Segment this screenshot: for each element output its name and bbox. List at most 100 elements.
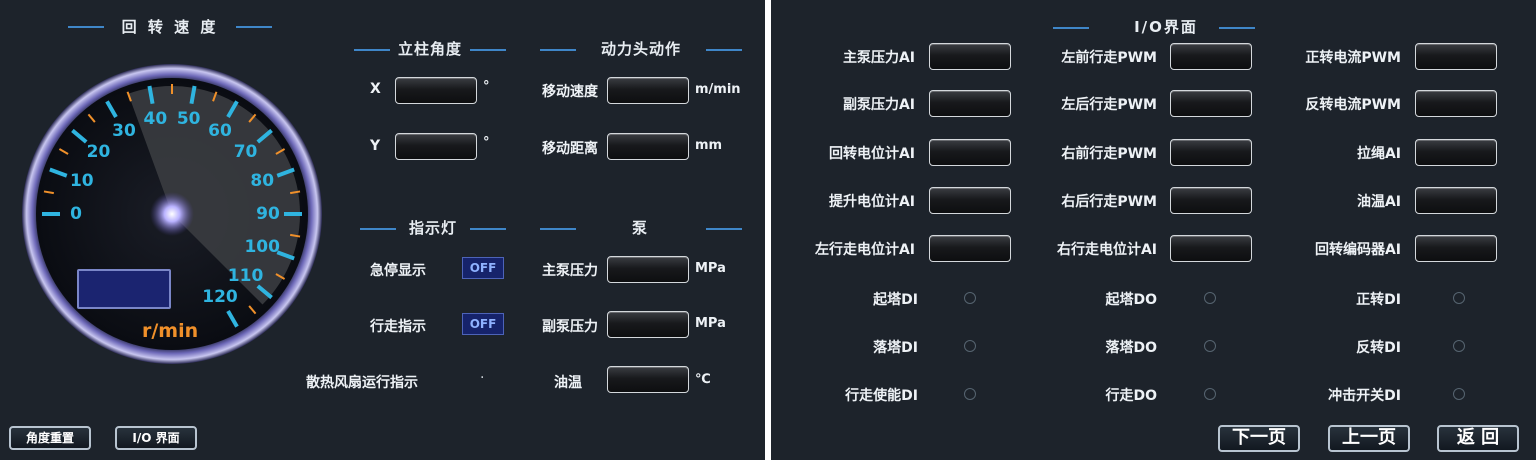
- io-analog-value-field: [1415, 43, 1497, 70]
- io-analog-label: 拉绳AI: [1356, 146, 1401, 162]
- io-analog-value-field: [1415, 187, 1497, 214]
- main-pump-unit: MPa: [695, 261, 726, 276]
- gauge-scale-label: 60: [208, 120, 232, 141]
- gauge-scale-label: 20: [86, 142, 111, 163]
- io-analog-value-field: [929, 235, 1011, 262]
- gauge-scale-label: 80: [250, 171, 275, 192]
- move-distance-unit: mm: [695, 138, 723, 153]
- travel-indicator: OFF: [462, 313, 504, 335]
- io-status-led-icon: [964, 340, 976, 352]
- io-analog-label: 反转电流PWM: [1305, 97, 1401, 113]
- io-analog-value-field: [1170, 235, 1252, 262]
- io-analog-value-field: [929, 187, 1011, 214]
- title-line-right: [1219, 27, 1255, 29]
- move-distance-label: 移动距离: [542, 141, 598, 157]
- angle-x-field: [395, 77, 477, 104]
- io-analog-value-field: [1170, 43, 1252, 70]
- gauge-scale-label: 10: [69, 171, 94, 192]
- next-page-button[interactable]: 下一页: [1218, 425, 1300, 452]
- gauge-digital-display: [77, 269, 171, 309]
- title-line-right: [706, 228, 742, 230]
- gauge-scale-label: 120: [202, 287, 238, 308]
- io-digital-label: 冲击开关DI: [1328, 388, 1401, 404]
- io-analog-value-field: [1415, 235, 1497, 262]
- io-digital-label: 行走使能DI: [845, 388, 918, 404]
- io-analog-label: 右后行走PWM: [1061, 194, 1157, 210]
- title-line-right: [706, 49, 742, 51]
- title-line-left: [354, 49, 390, 51]
- gauge-unit: r/min: [142, 320, 199, 342]
- aux-pump-unit: MPa: [695, 316, 726, 331]
- gauge-scale-label: 70: [233, 142, 258, 163]
- angle-y-label: Y: [370, 138, 381, 154]
- io-panel: I/O界面 主泵压力AI 副泵压力AI 回转电位计AI 提升电位计AI 左行走电位计AI…: [771, 0, 1536, 460]
- angle-y-unit: °: [483, 135, 490, 150]
- io-status-led-icon: [964, 388, 976, 400]
- gauge-scale-label: 110: [227, 265, 264, 286]
- io-digital-label: 行走DO: [1105, 388, 1157, 404]
- title-line-right: [236, 26, 272, 28]
- column-angle-title: 立柱角度: [397, 40, 462, 58]
- gauge-scale-label: 50: [176, 109, 201, 130]
- oil-temp-unit: ℃: [695, 372, 711, 387]
- gauge-scale-label: 100: [244, 236, 280, 257]
- back-button[interactable]: 返 回: [1437, 425, 1519, 452]
- io-digital-label: 起塔DO: [1105, 292, 1157, 308]
- io-analog-label: 回转电位计AI: [828, 146, 915, 162]
- io-analog-label: 主泵压力AI: [842, 50, 915, 66]
- io-status-led-icon: [1204, 340, 1216, 352]
- title-line-left: [68, 26, 104, 28]
- aux-pump-field: [607, 311, 689, 338]
- gauge-scale-label: 40: [143, 109, 168, 130]
- gauge-title: 回 转 速 度: [121, 18, 219, 36]
- move-speed-field: [607, 77, 689, 104]
- title-line-left: [360, 228, 396, 230]
- prev-page-button[interactable]: 上一页: [1328, 425, 1410, 452]
- fan-label: 散热风扇运行指示: [306, 375, 418, 391]
- gauge-scale-label: 0: [70, 204, 82, 224]
- io-status-led-icon: [1204, 292, 1216, 304]
- io-digital-label: 起塔DI: [873, 292, 918, 308]
- io-analog-value-field: [1170, 139, 1252, 166]
- fan-indicator: ·: [480, 370, 485, 386]
- power-head-title: 动力头动作: [600, 40, 681, 58]
- io-status-led-icon: [1204, 388, 1216, 400]
- io-analog-label: 回转编码器AI: [1314, 242, 1401, 258]
- io-screen-button[interactable]: I/O 界面: [115, 426, 197, 450]
- io-analog-value-field: [1415, 139, 1497, 166]
- speed-panel: 回 转 速 度 0 10 20 30 40 50 60 70 80 90 100…: [0, 0, 765, 460]
- pump-title: 泵: [631, 219, 650, 237]
- io-digital-label: 落塔DO: [1105, 340, 1157, 356]
- angle-reset-button[interactable]: 角度重置: [9, 426, 91, 450]
- io-analog-label: 左前行走PWM: [1061, 50, 1157, 66]
- title-line-left: [1053, 27, 1089, 29]
- title-line-right: [470, 228, 506, 230]
- io-analog-label: 油温AI: [1356, 194, 1401, 210]
- io-analog-label: 左后行走PWM: [1061, 97, 1157, 113]
- estop-indicator: OFF: [462, 257, 504, 279]
- main-pump-label: 主泵压力: [542, 263, 598, 279]
- io-digital-label: 正转DI: [1356, 292, 1401, 308]
- io-analog-value-field: [929, 90, 1011, 117]
- estop-label: 急停显示: [370, 263, 426, 279]
- io-status-led-icon: [1453, 388, 1465, 400]
- angle-x-label: X: [370, 81, 381, 97]
- io-status-led-icon: [1453, 292, 1465, 304]
- io-analog-label: 正转电流PWM: [1305, 50, 1401, 66]
- io-analog-label: 左行走电位计AI: [814, 242, 915, 258]
- io-analog-value-field: [929, 139, 1011, 166]
- title-line-left: [540, 49, 576, 51]
- io-analog-label: 右前行走PWM: [1061, 146, 1157, 162]
- aux-pump-label: 副泵压力: [542, 319, 598, 335]
- io-digital-label: 落塔DI: [873, 340, 918, 356]
- travel-label: 行走指示: [370, 319, 426, 335]
- move-distance-field: [607, 133, 689, 160]
- io-analog-label: 副泵压力AI: [842, 97, 915, 113]
- gauge-hub: [150, 192, 194, 236]
- title-line-right: [470, 49, 506, 51]
- angle-x-unit: °: [483, 79, 490, 94]
- title-line-left: [540, 228, 576, 230]
- gauge-scale-label: 90: [256, 204, 280, 224]
- io-digital-label: 反转DI: [1356, 340, 1401, 356]
- io-analog-label: 提升电位计AI: [828, 194, 915, 210]
